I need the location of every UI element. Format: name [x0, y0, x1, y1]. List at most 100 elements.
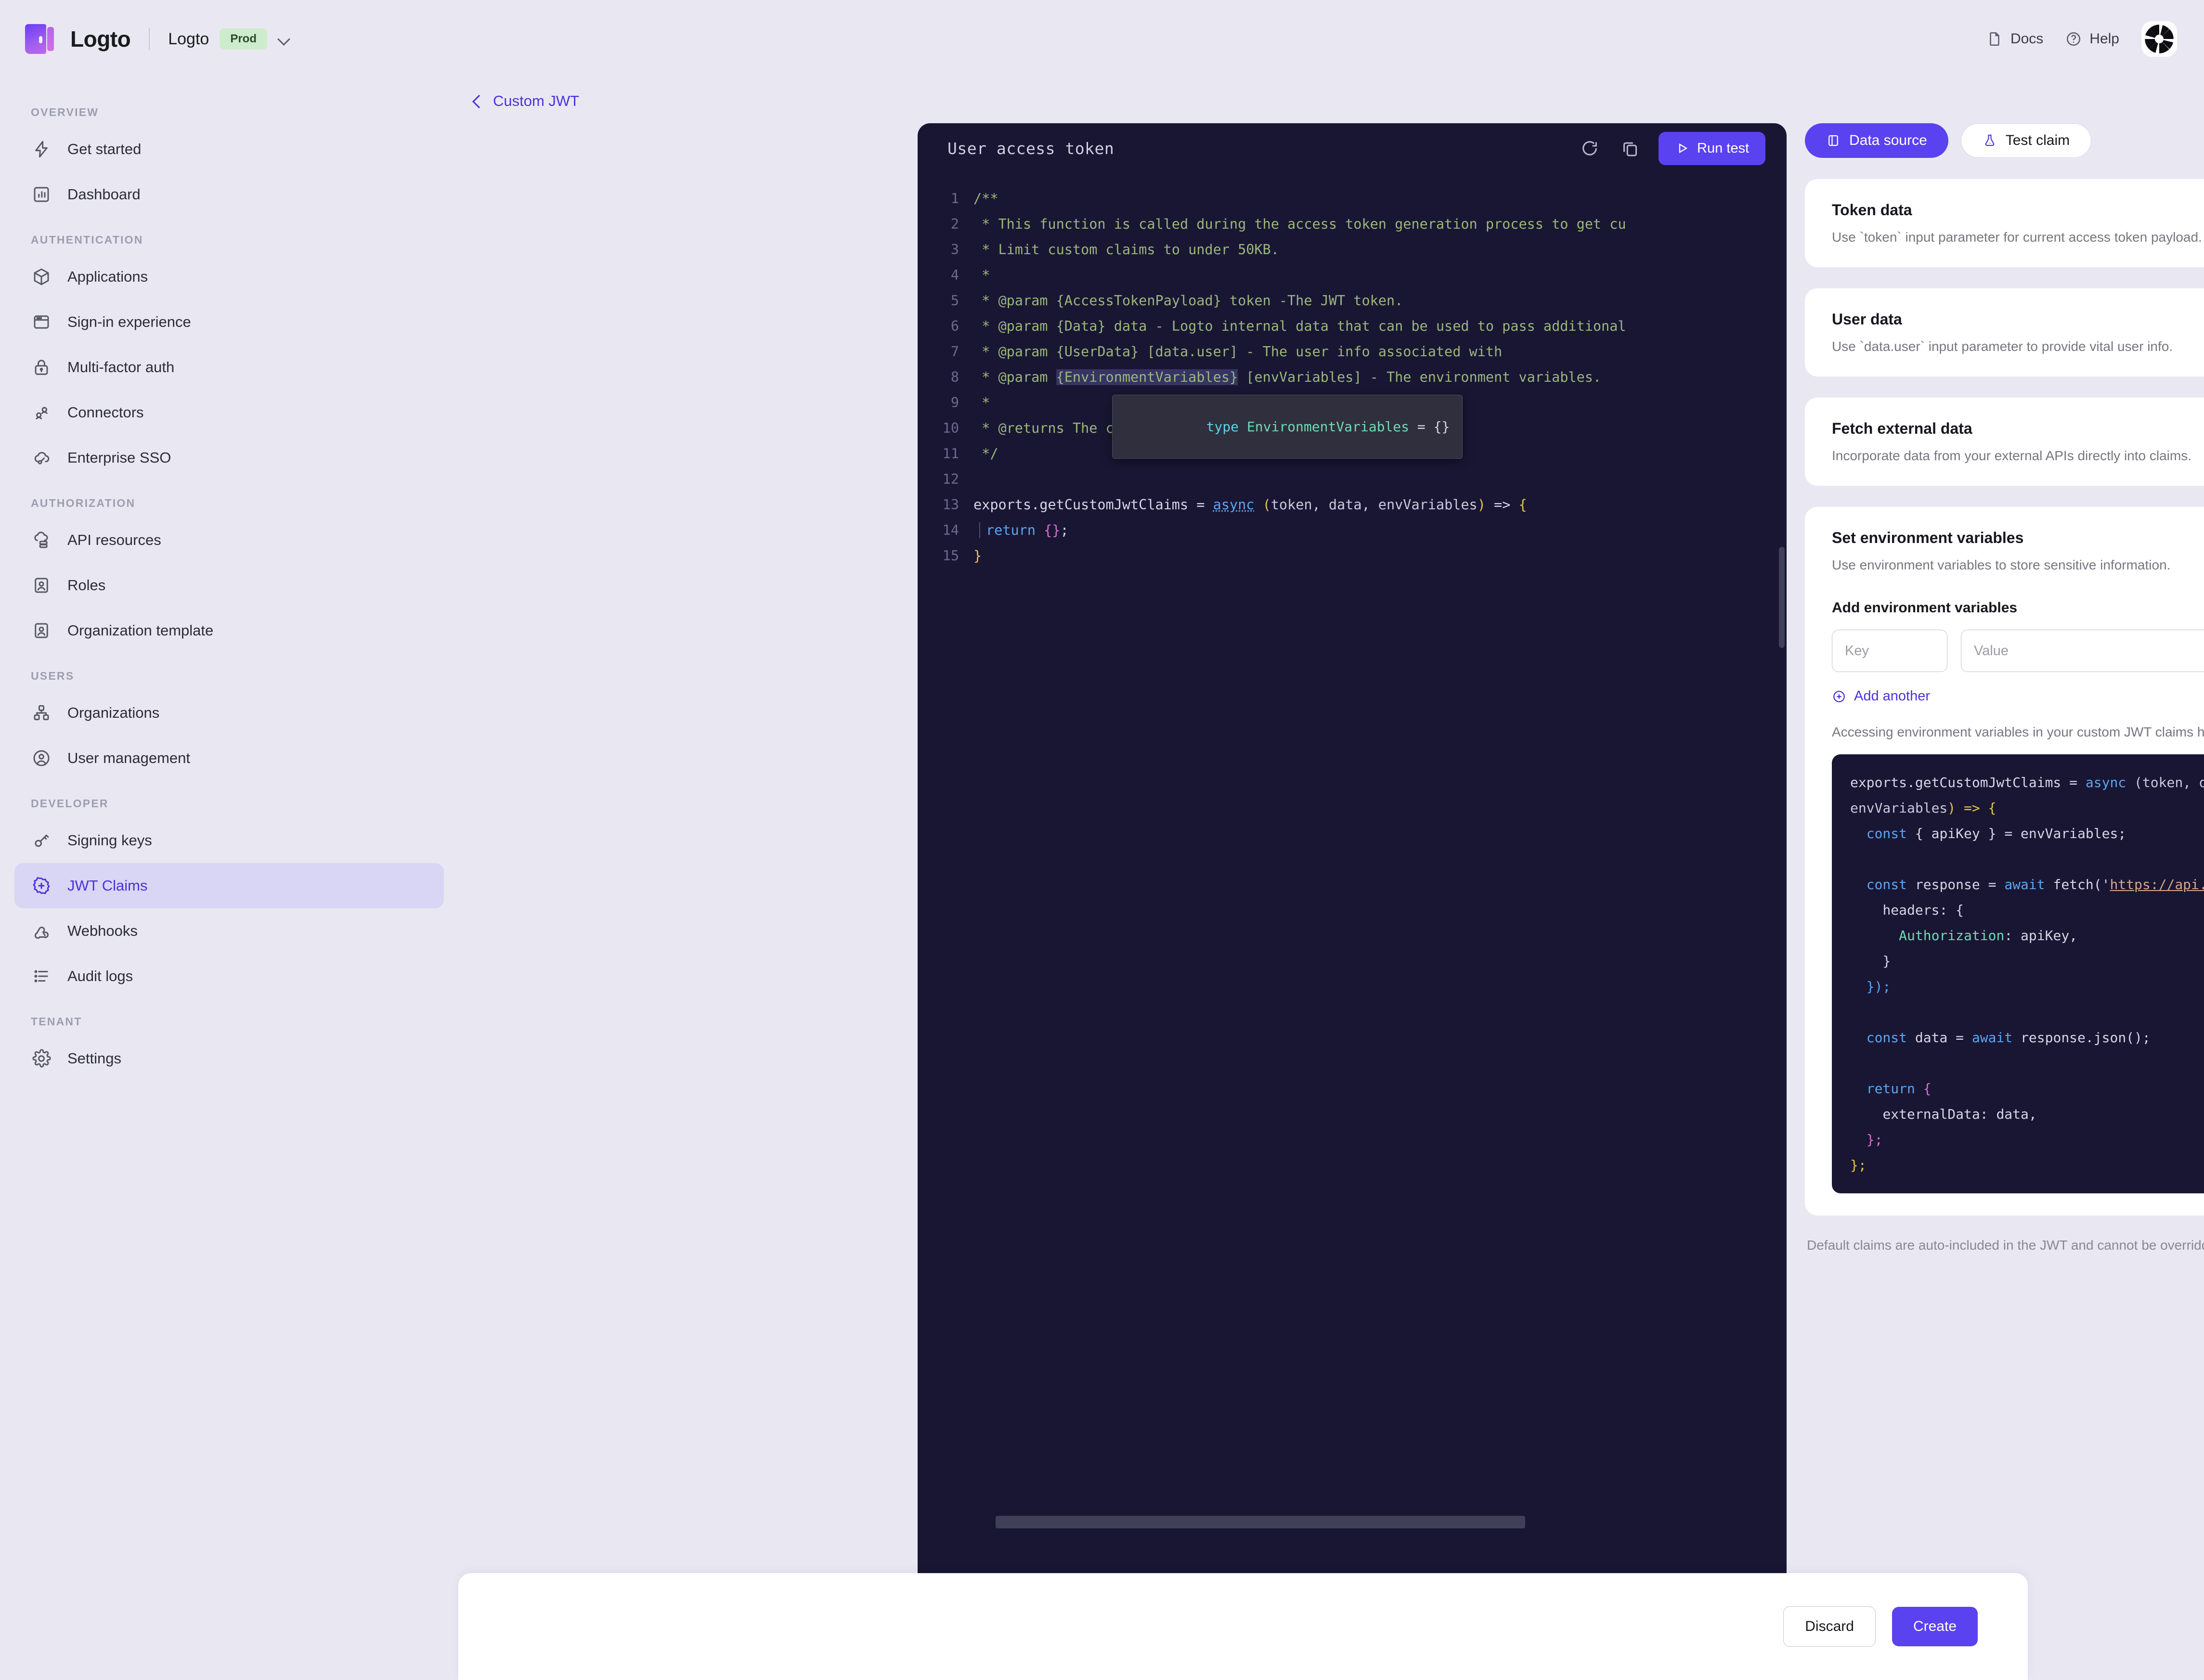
sidebar-item-sign-in-experience[interactable]: Sign-in experience [14, 299, 444, 345]
card-token-data-title: Token data [1832, 201, 2204, 219]
code-line: 15} [918, 543, 1787, 569]
line-code: /** [973, 191, 998, 207]
tab-test-claim-label: Test claim [2006, 132, 2070, 149]
sidebar-item-organization-template[interactable]: Organization template [14, 608, 444, 653]
webhook-icon [31, 920, 52, 942]
help-link[interactable]: Help [2065, 31, 2119, 47]
run-test-button[interactable]: Run test [1659, 132, 1765, 165]
person-card-icon [31, 575, 52, 596]
sidebar-item-roles[interactable]: Roles [14, 563, 444, 608]
chart-box-icon [31, 184, 52, 205]
sidebar-item-dashboard[interactable]: Dashboard [14, 172, 444, 217]
sidebar-item-label: Signing keys [67, 832, 152, 849]
sidebar-item-label: Roles [67, 577, 105, 594]
discard-button[interactable]: Discard [1783, 1606, 1876, 1647]
cloud-server-icon [31, 530, 52, 551]
sidebar-item-user-management[interactable]: User management [14, 736, 444, 781]
breadcrumb-label: Custom JWT [493, 92, 579, 110]
sidebar-item-jwt-claims[interactable]: JWT Claims [14, 863, 444, 908]
sidebar-item-label: User management [67, 750, 190, 767]
line-code: return {}; [973, 522, 1069, 538]
refresh-icon[interactable] [1578, 136, 1602, 160]
sidebar-item-label: Organizations [67, 704, 159, 722]
sidebar-section-tenant: TENANT [14, 999, 444, 1036]
code-line: 12 [918, 466, 1787, 492]
tenant-selector[interactable]: Logto Prod [168, 28, 290, 50]
sidebar-item-label: JWT Claims [67, 877, 147, 894]
gear-icon [31, 1048, 52, 1069]
editor-horizontal-scrollbar[interactable] [996, 1516, 1525, 1528]
logto-logo-icon [25, 24, 54, 54]
code-line: 6 * @param {Data} data - Logto internal … [918, 313, 1787, 339]
app-root: Logto Logto Prod Docs Help [0, 0, 2204, 1680]
sidebar-item-label: Organization template [67, 622, 213, 639]
editor-code-area[interactable]: 1/**2 * This function is called during t… [918, 173, 1787, 1584]
sidebar-item-settings[interactable]: Settings [14, 1036, 444, 1081]
card-fetch-external-data[interactable]: Fetch external data Incorporate data fro… [1805, 398, 2204, 486]
sidebar-item-applications[interactable]: Applications [14, 254, 444, 299]
line-number: 6 [918, 318, 973, 334]
sidebar-item-label: Dashboard [67, 186, 141, 203]
sidebar-item-webhooks[interactable]: Webhooks [14, 908, 444, 954]
env-key-input[interactable] [1832, 630, 1947, 672]
card-token-data[interactable]: Token data Use `token` input parameter f… [1805, 179, 2204, 267]
add-another-label: Add another [1854, 688, 1930, 704]
org-tree-icon [31, 702, 52, 724]
bottom-action-bar: Discard Create [458, 1573, 2028, 1680]
sidebar-item-organizations[interactable]: Organizations [14, 690, 444, 736]
create-button[interactable]: Create [1892, 1607, 1978, 1646]
sidebar-item-enterprise-sso[interactable]: Enterprise SSO [14, 435, 444, 480]
card-user-data-title: User data [1832, 310, 2204, 328]
panel-icon [1826, 133, 1841, 148]
sidebar-item-get-started[interactable]: Get started [14, 127, 444, 172]
card-set-environment-variables[interactable]: Set environment variables Use environmen… [1805, 507, 2204, 1215]
env-value-input[interactable] [1961, 630, 2204, 672]
code-line: 14return {}; [918, 517, 1787, 543]
run-test-label: Run test [1697, 141, 1749, 156]
docs-link[interactable]: Docs [1986, 31, 2043, 47]
line-code: * @param {UserData} [data.user] - The us… [973, 344, 1502, 360]
line-number: 5 [918, 293, 973, 309]
plus-circle-icon [1832, 689, 1846, 704]
tab-data-source[interactable]: Data source [1805, 123, 1948, 158]
sidebar-item-signing-keys[interactable]: Signing keys [14, 818, 444, 863]
aperture-icon [2143, 23, 2176, 55]
sidebar: OVERVIEWGet startedDashboardAUTHENTICATI… [0, 78, 458, 1680]
sidebar-section-overview: OVERVIEW [14, 90, 444, 127]
card-user-data-desc: Use `data.user` input parameter to provi… [1832, 339, 2204, 354]
tab-test-claim[interactable]: Test claim [1961, 123, 2091, 158]
tab-data-source-label: Data source [1849, 132, 1927, 149]
panel-footer-note: Default claims are auto-included in the … [1805, 1238, 2204, 1253]
add-another-button[interactable]: Add another [1832, 688, 2204, 704]
sidebar-item-api-resources[interactable]: API resources [14, 517, 444, 563]
sidebar-item-label: API resources [67, 531, 161, 549]
sidebar-item-label: Enterprise SSO [67, 449, 171, 466]
avatar[interactable] [2141, 21, 2177, 57]
card-token-data-desc: Use `token` input parameter for current … [1832, 230, 2204, 245]
copy-icon[interactable] [1618, 136, 1642, 160]
breadcrumb[interactable]: Custom JWT [458, 78, 2204, 110]
person-card-icon [31, 620, 52, 641]
code-editor[interactable]: User access token [918, 123, 1787, 1584]
card-fetch-external-data-desc: Incorporate data from your external APIs… [1832, 448, 2204, 464]
env-field-row [1832, 630, 2204, 672]
sidebar-item-label: Audit logs [67, 968, 133, 985]
brand-name: Logto [70, 26, 130, 52]
chevron-down-icon [278, 33, 290, 45]
sidebar-item-multi-factor-auth[interactable]: Multi-factor auth [14, 345, 444, 390]
sidebar-item-connectors[interactable]: Connectors [14, 390, 444, 435]
line-code: * [973, 267, 990, 283]
line-code: * @param {AccessTokenPayload} token -The… [973, 293, 1403, 309]
lock-icon [31, 357, 52, 378]
sidebar-item-label: Webhooks [67, 922, 138, 940]
line-number: 1 [918, 191, 973, 207]
browser-window-icon [31, 311, 52, 333]
card-user-data[interactable]: User data Use `data.user` input paramete… [1805, 288, 2204, 376]
brand-divider [149, 28, 150, 50]
sidebar-item-audit-logs[interactable]: Audit logs [14, 954, 444, 999]
editor-vertical-scrollbar[interactable] [1779, 547, 1785, 648]
line-number: 2 [918, 216, 973, 232]
tooltip-keyword: type [1206, 419, 1239, 435]
tenant-env-badge: Prod [220, 28, 267, 50]
brand[interactable]: Logto [25, 24, 130, 54]
